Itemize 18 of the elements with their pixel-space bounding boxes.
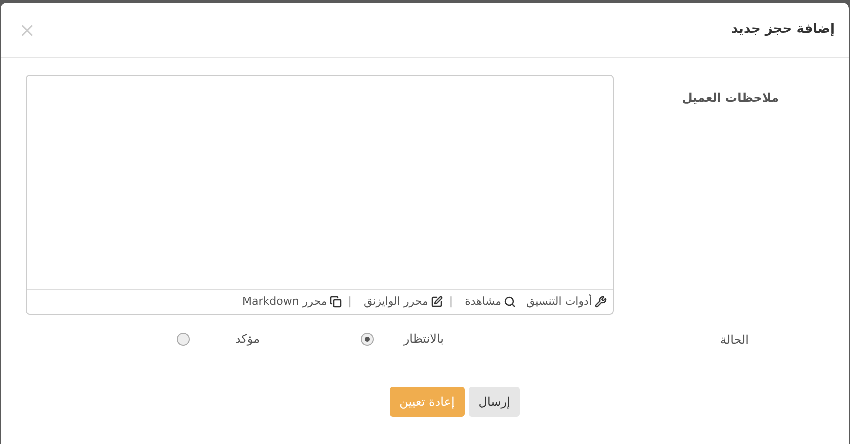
toolbar-link[interactable]: محرر الوايزنق	[364, 294, 444, 310]
radio-label: مؤكد	[234, 331, 260, 348]
separator: |	[348, 294, 352, 310]
radio-label: بالانتظار	[402, 331, 444, 348]
edit-icon	[431, 296, 444, 308]
field-label: الحالة	[720, 333, 749, 347]
dialog-title: إضافة حجز جديد	[732, 21, 835, 40]
field-label: ملاحظات العميل	[682, 91, 779, 105]
windows-icon	[330, 296, 342, 308]
search-icon	[504, 296, 516, 308]
toolbar-link[interactable]: أدوات التنسيق	[526, 294, 607, 310]
radio-button[interactable]	[177, 332, 190, 346]
tools-icon	[595, 296, 607, 308]
radio-button[interactable]	[361, 332, 374, 346]
separator: |	[449, 294, 454, 310]
submit-button[interactable]: إرسال	[468, 387, 520, 417]
toolbar-link[interactable]: محرر Markdown	[242, 294, 342, 310]
toolbar-link[interactable]: مشاهدة	[465, 294, 516, 310]
